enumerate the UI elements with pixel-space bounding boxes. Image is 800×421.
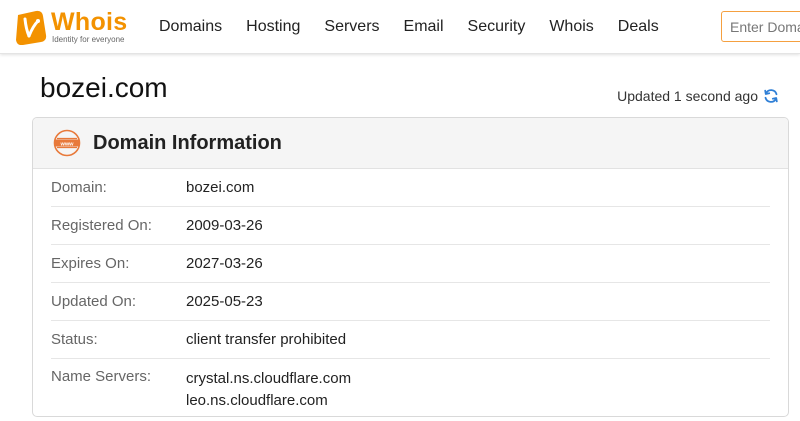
card-header: www Domain Information	[33, 118, 788, 169]
domain-information-card: www Domain Information Domain: bozei.com…	[32, 117, 789, 417]
www-globe-icon: www	[53, 129, 81, 157]
nav-domains[interactable]: Domains	[159, 18, 222, 36]
logo-tagline: Identity for everyone	[52, 34, 125, 44]
row-label: Updated On:	[51, 293, 137, 310]
row-value: 2025-05-23	[186, 293, 263, 310]
whois-logo-icon	[16, 10, 47, 45]
row-label: Domain:	[51, 179, 107, 196]
row-label: Status:	[51, 331, 98, 348]
row-registered-on: Registered On: 2009-03-26	[51, 207, 770, 245]
info-rows: Domain: bozei.com Registered On: 2009-03…	[33, 169, 788, 412]
last-updated-text: Updated 1 second ago	[617, 88, 758, 104]
row-value: 2009-03-26	[186, 217, 263, 234]
name-server-list: crystal.ns.cloudflare.com leo.ns.cloudfl…	[186, 368, 351, 412]
row-label: Registered On:	[51, 217, 152, 234]
card-title: Domain Information	[93, 131, 282, 154]
nav-whois[interactable]: Whois	[549, 18, 593, 36]
nav-hosting[interactable]: Hosting	[246, 18, 300, 36]
row-updated-on: Updated On: 2025-05-23	[51, 283, 770, 321]
row-domain: Domain: bozei.com	[51, 169, 770, 207]
row-label: Expires On:	[51, 255, 130, 272]
refresh-icon[interactable]	[763, 88, 779, 104]
domain-search-input[interactable]	[721, 11, 800, 42]
nav-servers[interactable]: Servers	[324, 18, 379, 36]
main-nav: Domains Hosting Servers Email Security W…	[147, 0, 671, 54]
last-updated: Updated 1 second ago	[617, 88, 779, 104]
name-server: crystal.ns.cloudflare.com	[186, 370, 352, 387]
nav-email[interactable]: Email	[404, 18, 444, 36]
row-expires-on: Expires On: 2027-03-26	[51, 245, 770, 283]
row-label: Name Servers:	[51, 368, 152, 385]
whois-logo[interactable]: Whois Identity for everyone	[14, 8, 128, 46]
top-navigation-bar: Whois Identity for everyone Domains Host…	[0, 0, 800, 54]
nav-security[interactable]: Security	[468, 18, 526, 36]
name-server: leo.ns.cloudflare.com	[186, 392, 328, 409]
row-name-servers: Name Servers: crystal.ns.cloudflare.com …	[51, 359, 770, 412]
row-value: bozei.com	[186, 179, 255, 196]
logo-wordmark: Whois	[51, 7, 128, 36]
svg-text:www: www	[59, 141, 74, 147]
nav-deals[interactable]: Deals	[618, 18, 659, 36]
row-value: 2027-03-26	[186, 255, 263, 272]
row-status: Status: client transfer prohibited	[51, 321, 770, 359]
page-title: bozei.com	[40, 72, 168, 103]
row-value: client transfer prohibited	[186, 331, 347, 348]
